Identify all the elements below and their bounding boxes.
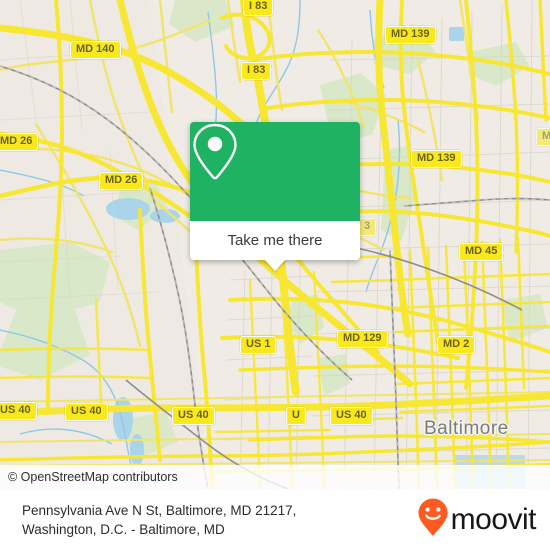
road-shield: MD 139 — [411, 150, 462, 168]
road-shield: I 83 — [243, 0, 274, 16]
take-me-there-label: Take me there — [227, 232, 323, 249]
road-shield: US 40 — [0, 402, 37, 420]
road-shield: 3 — [358, 218, 377, 236]
city-label: Baltimore — [424, 418, 509, 439]
address-caption: Pennsylvania Ave N St, Baltimore, MD 212… — [22, 501, 296, 539]
road-shield: US 40 — [330, 407, 373, 425]
map-attribution-bar: © OpenStreetMap contributors — [0, 465, 550, 489]
road-shield: MD 26 — [99, 172, 144, 190]
road-shield: MD 140 — [70, 41, 121, 59]
road-shield: U — [286, 407, 306, 425]
road-shield: US 40 — [172, 407, 215, 425]
road-shield: I 83 — [241, 62, 272, 80]
moovit-wordmark: moovit — [450, 502, 537, 536]
road-shield: MD 139 — [385, 26, 436, 44]
popup-pin-panel — [190, 122, 360, 221]
road-shield: M — [536, 128, 550, 146]
popup-pointer-tail — [264, 259, 286, 271]
map-screenshot: .r { stroke:#f7e733; stroke-linecap:roun… — [0, 0, 550, 550]
footer-bar: Pennsylvania Ave N St, Baltimore, MD 212… — [0, 489, 550, 550]
road-shield: MD 45 — [459, 243, 504, 261]
address-line-1: Pennsylvania Ave N St, Baltimore, MD 212… — [22, 502, 297, 518]
map-canvas[interactable]: .r { stroke:#f7e733; stroke-linecap:roun… — [0, 0, 550, 489]
road-shield: US 40 — [65, 403, 108, 421]
address-line-2: Washington, D.C. - Baltimore, MD — [22, 521, 225, 537]
road-shield: MD 26 — [0, 133, 39, 151]
road-shield: MD 129 — [337, 330, 388, 348]
osm-attribution-text[interactable]: © OpenStreetMap contributors — [0, 470, 178, 484]
take-me-there-button[interactable]: Take me there — [190, 221, 360, 260]
moovit-logo[interactable]: moovit — [418, 498, 537, 541]
road-shield: MD 2 — [437, 336, 476, 354]
moovit-smiley-pin-icon — [418, 498, 448, 541]
location-popup-card[interactable]: Take me there — [190, 122, 360, 271]
road-shield: US 1 — [240, 336, 277, 354]
